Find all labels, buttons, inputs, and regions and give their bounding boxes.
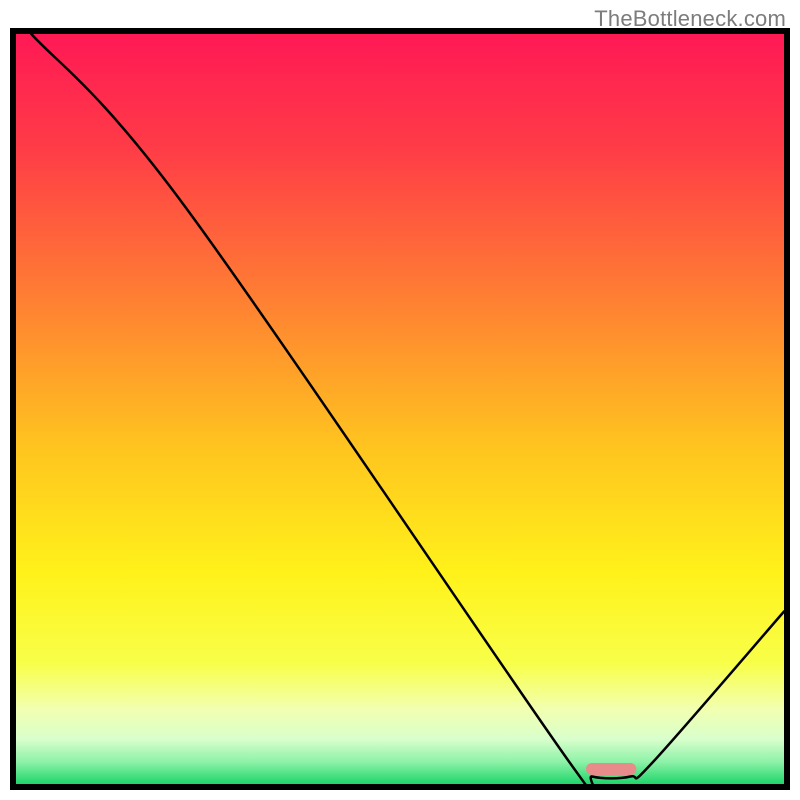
optimal-marker	[586, 763, 636, 775]
chart-frame	[10, 28, 790, 790]
chart-background	[16, 34, 784, 784]
bottleneck-chart	[10, 28, 790, 790]
